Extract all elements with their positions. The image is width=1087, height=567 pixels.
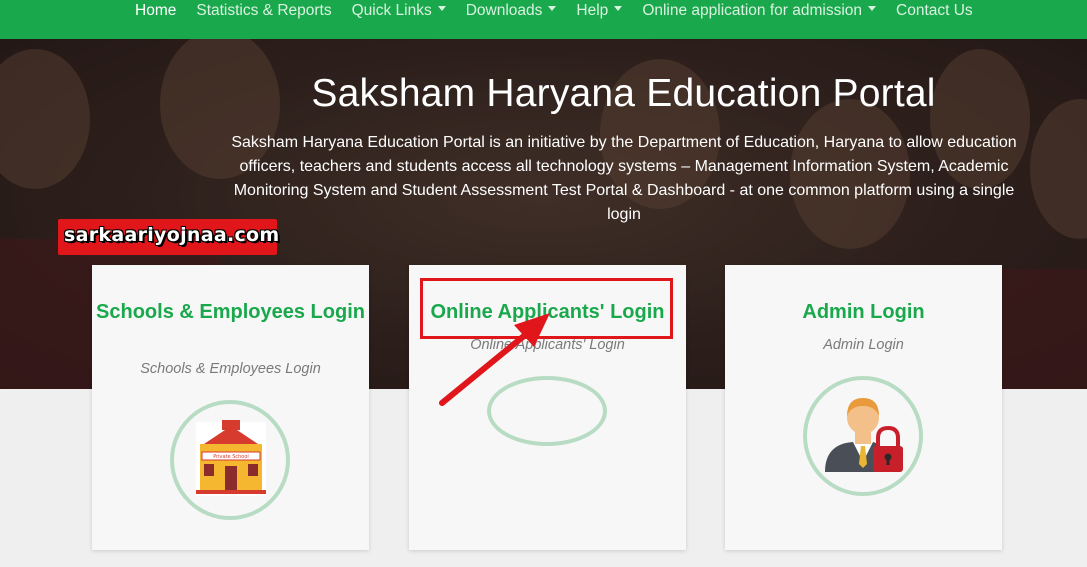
nav-downloads[interactable]: Downloads xyxy=(466,2,557,20)
nav-quick-links-label: Quick Links xyxy=(351,2,432,19)
chevron-down-icon xyxy=(614,6,623,12)
card-subtitle: Schools & Employees Login xyxy=(140,361,321,377)
nav-home[interactable]: Home xyxy=(135,2,176,20)
arrow-annotation-icon xyxy=(439,313,550,406)
nav-statistics-reports[interactable]: Statistics & Reports xyxy=(196,2,331,20)
nav-contact-us[interactable]: Contact Us xyxy=(896,2,973,20)
school-sign-text: Private School xyxy=(213,454,249,460)
nav-quick-links[interactable]: Quick Links xyxy=(352,2,446,20)
hero-title: Saksham Haryana Education Portal xyxy=(311,72,936,115)
card-title[interactable]: Admin Login xyxy=(725,300,1002,324)
chevron-down-icon xyxy=(437,6,446,12)
chevron-down-icon xyxy=(868,6,877,12)
nav-help[interactable]: Help xyxy=(576,2,623,20)
admin-lock-icon xyxy=(825,398,903,472)
card-title[interactable]: Schools & Employees Login xyxy=(92,300,369,324)
watermark-badge: sarkaariyojnaa.com xyxy=(58,219,280,255)
nav-help-label: Help xyxy=(576,2,609,19)
hero-description: Saksham Haryana Education Portal is an i… xyxy=(231,134,1017,223)
top-navbar: Home Statistics & Reports Quick Links Do… xyxy=(0,0,1087,39)
card-admin-login[interactable]: Admin Login Admin Login xyxy=(725,265,1002,550)
chevron-down-icon xyxy=(548,6,557,12)
icon-circle xyxy=(803,376,923,496)
school-building-icon: Private School xyxy=(196,420,266,496)
card-schools-employees-login[interactable]: Schools & Employees Login Schools & Empl… xyxy=(92,265,369,550)
card-subtitle: Admin Login xyxy=(823,337,904,353)
nav-downloads-label: Downloads xyxy=(465,2,543,19)
nav-online-admission[interactable]: Online application for admission xyxy=(642,2,877,20)
watermark-text: sarkaariyojnaa.com xyxy=(64,224,280,246)
nav-menu: Home Statistics & Reports Quick Links Do… xyxy=(135,2,993,20)
nav-online-admission-label: Online application for admission xyxy=(642,2,863,19)
icon-circle: Private School xyxy=(170,400,290,520)
